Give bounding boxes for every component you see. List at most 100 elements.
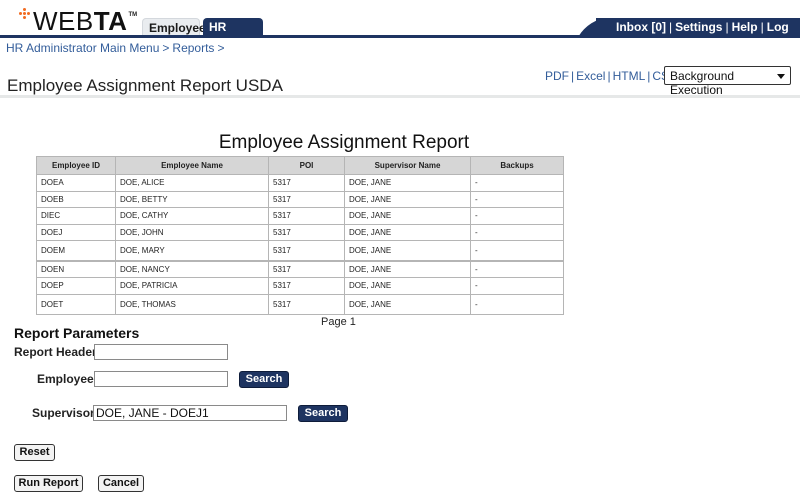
table-row: DOET DOE, THOMAS 5317 DOE, JANE - [36, 293, 564, 315]
title-divider [0, 95, 800, 98]
cell-supervisor-name: DOE, JANE [344, 223, 471, 242]
run-report-button[interactable]: Run Report [14, 475, 83, 492]
page-number: Page 1 [321, 316, 356, 328]
execution-mode-select[interactable]: Background Execution [664, 66, 791, 97]
cell-backups: - [470, 223, 564, 242]
separator: | [571, 69, 575, 83]
export-links: PDF|Excel|HTML|CSV [545, 69, 677, 83]
cell-employee-id: DOEA [36, 174, 116, 192]
export-excel-link[interactable]: Excel [576, 69, 605, 83]
report-header-input[interactable] [94, 344, 228, 360]
column-header-employee-id: Employee ID [36, 156, 116, 175]
cell-employee-id: DOET [36, 293, 116, 315]
cell-supervisor-name: DOE, JANE [344, 276, 471, 295]
report-title: Employee Assignment Report [218, 132, 470, 153]
chevron-down-icon [777, 74, 785, 79]
cell-employee-id: DOEN [36, 259, 116, 278]
cell-employee-id: DOEJ [36, 223, 116, 242]
settings-link[interactable]: Settings [675, 20, 722, 34]
separator: | [669, 20, 673, 34]
employee-label: Employee: [37, 372, 98, 386]
cell-poi: 5317 [268, 293, 345, 315]
cell-poi: 5317 [268, 190, 345, 209]
inbox-link[interactable]: Inbox [0] [616, 20, 666, 34]
cell-backups: - [470, 174, 564, 192]
tab-employee[interactable]: Employee [142, 18, 206, 36]
cell-backups: - [470, 240, 564, 262]
cell-poi: 5317 [268, 207, 345, 225]
cell-employee-name: DOE, BETTY [115, 190, 269, 209]
supervisor-label: Supervisor: [32, 406, 99, 420]
cell-backups: - [470, 276, 564, 295]
breadcrumb: HR Administrator Main Menu > Reports > [6, 41, 227, 55]
column-header-employee-name: Employee Name [115, 156, 269, 175]
cell-backups: - [470, 293, 564, 315]
webta-logo: WEBTA TM [18, 6, 137, 34]
export-html-link[interactable]: HTML [613, 69, 646, 83]
cancel-button[interactable]: Cancel [98, 475, 144, 492]
tab-hr-admin[interactable]: HR Admin [203, 18, 263, 49]
employee-input[interactable] [94, 371, 228, 387]
execution-mode-value: Background Execution [670, 69, 735, 97]
column-header-backups: Backups [470, 156, 564, 175]
cell-employee-name: DOE, MARY [115, 240, 269, 262]
cell-supervisor-name: DOE, JANE [344, 293, 471, 315]
cell-employee-id: DIEC [36, 207, 116, 225]
cell-employee-name: DOE, JOHN [115, 223, 269, 242]
cell-supervisor-name: DOE, JANE [344, 207, 471, 225]
report-header-label: Report Header: [14, 345, 101, 359]
cell-backups: - [470, 259, 564, 278]
report-parameters-heading: Report Parameters [14, 325, 140, 341]
table-row: DOEJ DOE, JOHN 5317 DOE, JANE - [36, 223, 564, 242]
table-row: DIEC DOE, CATHY 5317 DOE, JANE - [36, 207, 564, 225]
cell-employee-name: DOE, CATHY [115, 207, 269, 225]
separator: | [647, 69, 651, 83]
logo-trademark: TM [128, 12, 138, 18]
cell-poi: 5317 [268, 240, 345, 262]
column-header-supervisor-name: Supervisor Name [344, 156, 471, 175]
cell-employee-name: DOE, PATRICIA [115, 276, 269, 295]
logo-dots-icon [18, 8, 32, 24]
supervisor-search-button[interactable]: Search [298, 405, 348, 422]
cell-supervisor-name: DOE, JANE [344, 240, 471, 262]
table-row: DOEP DOE, PATRICIA 5317 DOE, JANE - [36, 276, 564, 295]
cell-poi: 5317 [268, 174, 345, 192]
column-header-poi: POI [268, 156, 345, 175]
cell-employee-name: DOE, NANCY [115, 259, 269, 278]
page-title: Employee Assignment Report USDA [7, 76, 283, 95]
breadcrumb-separator: > [217, 41, 225, 55]
separator: | [725, 20, 729, 34]
supervisor-input[interactable] [93, 405, 287, 421]
table-row: DOEM DOE, MARY 5317 DOE, JANE - [36, 240, 564, 262]
table-row: DOEA DOE, ALICE 5317 DOE, JANE - [36, 174, 564, 192]
cell-backups: - [470, 190, 564, 209]
breadcrumb-reports[interactable]: Reports [172, 41, 214, 55]
report-table: Employee ID Employee Name POI Supervisor… [36, 156, 564, 315]
logo-wordmark: WEBTA [33, 6, 128, 36]
cell-supervisor-name: DOE, JANE [344, 190, 471, 209]
breadcrumb-separator: > [162, 41, 170, 55]
reset-button[interactable]: Reset [14, 444, 55, 461]
table-row: DOEN DOE, NANCY 5317 DOE, JANE - [36, 259, 564, 278]
cell-poi: 5317 [268, 223, 345, 242]
table-row: DOEB DOE, BETTY 5317 DOE, JANE - [36, 190, 564, 209]
separator: | [607, 69, 611, 83]
help-link[interactable]: Help [732, 20, 758, 34]
cell-employee-id: DOEM [36, 240, 116, 262]
employee-search-button[interactable]: Search [239, 371, 289, 388]
header-rule [0, 35, 800, 38]
table-header-row: Employee ID Employee Name POI Supervisor… [36, 156, 564, 175]
cell-backups: - [470, 207, 564, 225]
cell-poi: 5317 [268, 276, 345, 295]
breadcrumb-main-menu[interactable]: HR Administrator Main Menu [6, 41, 159, 55]
top-header: WEBTA TM Employee HR Admin Inbox [0] | Set… [0, 0, 800, 52]
cell-employee-id: DOEP [36, 276, 116, 295]
cell-employee-name: DOE, ALICE [115, 174, 269, 192]
cell-supervisor-name: DOE, JANE [344, 259, 471, 278]
cell-employee-name: DOE, THOMAS [115, 293, 269, 315]
separator: | [760, 20, 764, 34]
cell-employee-id: DOEB [36, 190, 116, 209]
cell-poi: 5317 [268, 259, 345, 278]
export-pdf-link[interactable]: PDF [545, 69, 569, 83]
cell-supervisor-name: DOE, JANE [344, 174, 471, 192]
